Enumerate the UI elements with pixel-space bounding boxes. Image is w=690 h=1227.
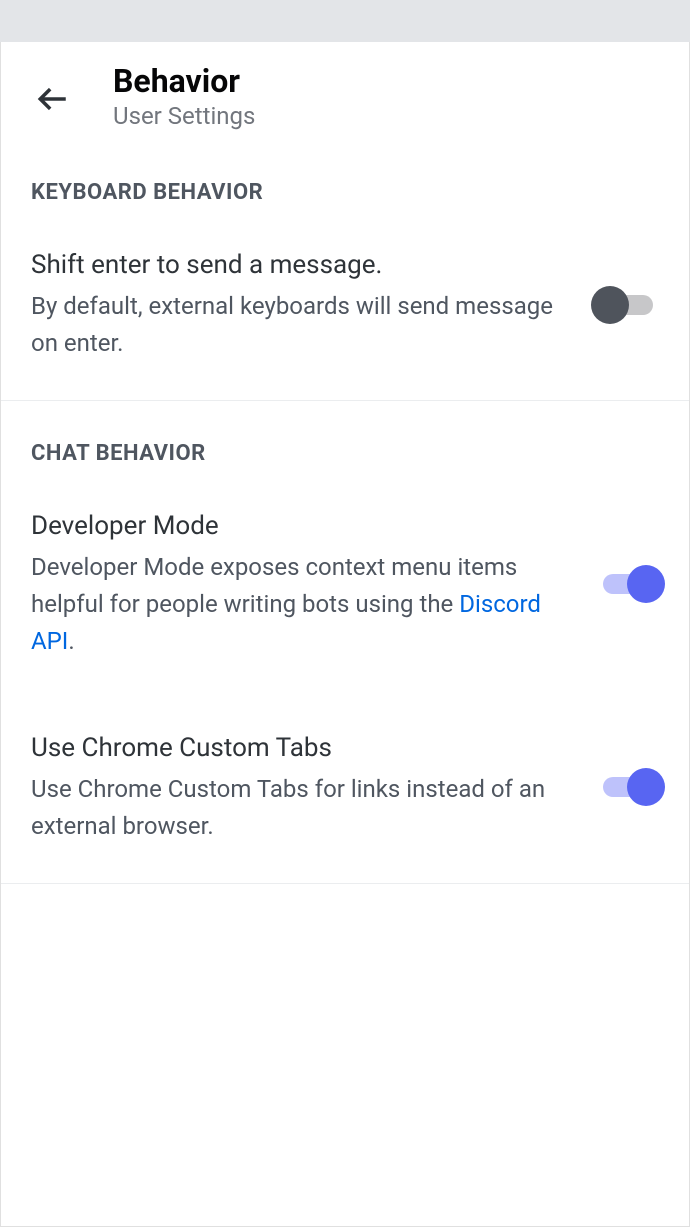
header: Behavior User Settings <box>1 42 689 160</box>
toggle-chrome-tabs[interactable] <box>597 767 659 807</box>
setting-title: Shift enter to send a message. <box>31 247 577 283</box>
toggle-thumb <box>627 565 665 603</box>
toggle-shift-enter[interactable] <box>597 285 659 325</box>
status-bar <box>0 0 690 42</box>
header-text: Behavior User Settings <box>113 62 255 130</box>
setting-text: Developer Mode Developer Mode exposes co… <box>31 508 597 660</box>
page-subtitle: User Settings <box>113 102 255 130</box>
setting-text: Use Chrome Custom Tabs Use Chrome Custom… <box>31 730 597 845</box>
setting-developer-mode[interactable]: Developer Mode Developer Mode exposes co… <box>1 476 689 698</box>
section-gap <box>1 401 689 421</box>
description-suffix: . <box>68 627 74 655</box>
divider <box>1 883 689 884</box>
section-header-keyboard: KEYBOARD BEHAVIOR <box>1 160 689 215</box>
description-prefix: Developer Mode exposes context menu item… <box>31 553 517 618</box>
setting-shift-enter[interactable]: Shift enter to send a message. By defaul… <box>1 215 689 400</box>
setting-description: Developer Mode exposes context menu item… <box>31 549 577 661</box>
setting-description: By default, external keyboards will send… <box>31 288 577 362</box>
toggle-thumb <box>591 286 629 324</box>
toggle-thumb <box>627 768 665 806</box>
back-button[interactable] <box>31 77 75 121</box>
arrow-left-icon <box>36 82 70 116</box>
page-title: Behavior <box>113 62 255 100</box>
app-content: Behavior User Settings KEYBOARD BEHAVIOR… <box>0 42 690 1227</box>
setting-title: Developer Mode <box>31 508 577 544</box>
setting-title: Use Chrome Custom Tabs <box>31 730 577 766</box>
setting-chrome-tabs[interactable]: Use Chrome Custom Tabs Use Chrome Custom… <box>1 698 689 883</box>
setting-text: Shift enter to send a message. By defaul… <box>31 247 597 362</box>
toggle-developer-mode[interactable] <box>597 564 659 604</box>
setting-description: Use Chrome Custom Tabs for links instead… <box>31 771 577 845</box>
section-header-chat: CHAT BEHAVIOR <box>1 421 689 476</box>
